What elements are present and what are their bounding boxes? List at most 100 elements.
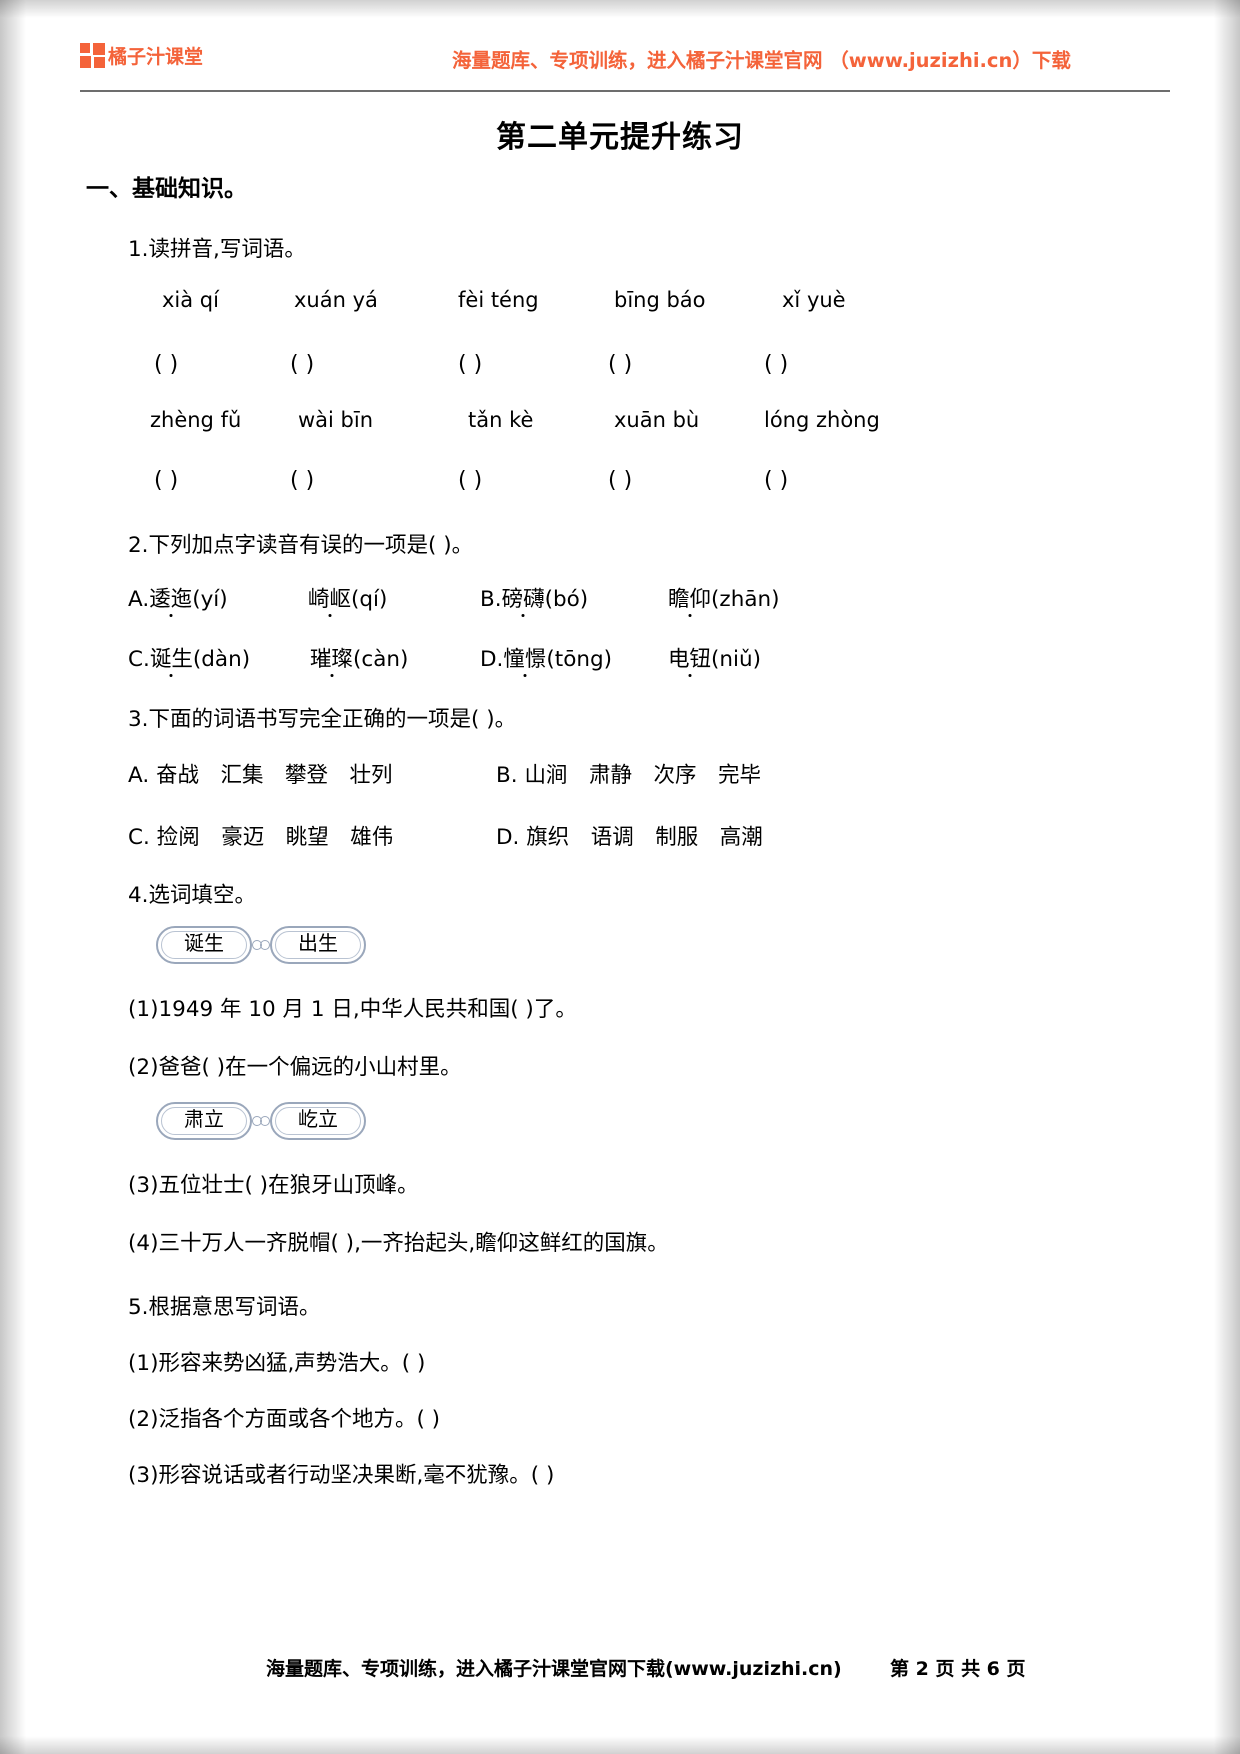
word-choice-pill[interactable]: 屹立 (270, 1102, 366, 1140)
section-heading: 一、基础知识。 (86, 169, 247, 203)
question-4-item-1[interactable]: (1)1949 年 10 月 1 日,中华人民共和国( )了。 (128, 992, 577, 1023)
question-2-options-row-1: A.逶迤(yí) 崎岖(qí) B.磅礴(bó) 瞻仰(zhān) (128, 582, 1128, 612)
question-1-answer-row-1: ( ) ( ) ( ) ( ) ( ) (128, 352, 1128, 382)
option-words: 山涧 肃静 次序 完毕 (524, 763, 761, 788)
option-pinyin: (niǔ) (711, 647, 762, 672)
pinyin-item: wài bīn (298, 408, 374, 432)
pinyin-item: xuán yá (294, 288, 378, 312)
section-number: 一、 (86, 176, 132, 202)
answer-blank[interactable]: ( ) (764, 468, 788, 493)
word-choice-pill[interactable]: 出生 (270, 926, 366, 964)
question-3-options-row-2: C. 捡阅 豪迈 眺望 雄伟 D. 旗织 语调 制服 高潮 (128, 820, 1128, 850)
option-c-second-word[interactable]: 璀璨(càn) (310, 642, 408, 673)
option-label: C. (128, 647, 150, 672)
option-label: D. (496, 825, 520, 850)
option-d-second-word[interactable]: 电钮(niǔ) (668, 642, 761, 673)
pinyin-item: xuān bù (614, 408, 700, 432)
section-name: 基础知识。 (132, 176, 247, 202)
answer-blank[interactable]: ( ) (458, 468, 482, 493)
question-1-pinyin-row-2: zhèng fǔ wài bīn tǎn kè xuān bù lóng zhò… (128, 408, 1128, 438)
question-1-pinyin-row-1: xià qí xuán yá fèi téng bīng báo xǐ yuè (128, 288, 1128, 318)
option-word: 诞生 (149, 647, 193, 672)
option-c[interactable]: C. 捡阅 豪迈 眺望 雄伟 (128, 820, 393, 851)
option-label: B. (480, 587, 502, 612)
question-5-prompt: 5.根据意思写词语。 (128, 1295, 321, 1320)
page-title: 第二单元提升练习 (496, 120, 744, 155)
question-4-item-4[interactable]: (4)三十万人一齐脱帽( ),一齐抬起头,瞻仰这鲜红的国旗。 (128, 1226, 669, 1257)
question-1-prompt: 1.读拼音,写词语。 (128, 237, 306, 262)
paper-sheet: 橘子汁课堂 海量题库、专项训练，进入橘子汁课堂官网 （www.juzizhi.c… (30, 14, 1210, 1740)
word-choice-pill[interactable]: 诞生 (156, 926, 252, 964)
question-5-item-2[interactable]: (2)泛指各个方面或各个地方。( ) (128, 1402, 440, 1433)
answer-blank[interactable]: ( ) (608, 352, 632, 377)
question-4-item-2[interactable]: (2)爸爸( )在一个偏远的小山村里。 (128, 1050, 462, 1081)
answer-blank[interactable]: ( ) (154, 352, 178, 377)
option-word: 崎岖 (308, 587, 352, 612)
option-label: C. (128, 825, 150, 850)
option-pinyin: (bó) (544, 587, 589, 612)
option-a[interactable]: A.逶迤(yí) (128, 582, 228, 613)
header-divider (80, 90, 1170, 92)
pill-connector-icon (252, 940, 270, 950)
question-2-options-row-2: C.诞生(dàn) 璀璨(càn) D.憧憬(tōng) 电钮(niǔ) (128, 642, 1128, 672)
option-pinyin: (tōng) (546, 647, 613, 672)
option-words: 旗织 语调 制服 高潮 (526, 825, 763, 850)
answer-blank[interactable]: ( ) (458, 352, 482, 377)
pinyin-item: tǎn kè (468, 408, 534, 432)
answer-blank[interactable]: ( ) (154, 468, 178, 493)
answer-blank[interactable]: ( ) (290, 352, 314, 377)
page-header: 橘子汁课堂 海量题库、专项训练，进入橘子汁课堂官网 （www.juzizhi.c… (80, 36, 1170, 88)
footer-promo-text: 海量题库、专项训练，进入橘子汁课堂官网下载(www.juzizhi.cn) (266, 1658, 842, 1680)
option-a-second-word[interactable]: 崎岖(qí) (308, 582, 387, 613)
option-b[interactable]: B.磅礴(bó) (480, 582, 588, 613)
question-5-item-3[interactable]: (3)形容说话或者行动坚决果断,毫不犹豫。( ) (128, 1458, 554, 1489)
page-edge-shadow-right (1214, 0, 1240, 1754)
answer-blank[interactable]: ( ) (290, 468, 314, 493)
option-d[interactable]: D.憧憬(tōng) (480, 642, 612, 673)
question-4-word-bank-1: 诞生 出生 (156, 926, 366, 966)
logo-squares-icon (80, 43, 105, 68)
question-4-item-3[interactable]: (3)五位壮士( )在狼牙山顶峰。 (128, 1168, 419, 1199)
question-4-word-bank-2: 肃立 屹立 (156, 1102, 366, 1142)
pinyin-item: fèi téng (458, 288, 539, 312)
question-3-prompt: 3.下面的词语书写完全正确的一项是( )。 (128, 707, 517, 732)
option-word: 电钮 (668, 647, 712, 672)
option-pinyin: (dàn) (192, 647, 251, 672)
option-pinyin: (zhān) (711, 587, 780, 612)
option-b-second-word[interactable]: 瞻仰(zhān) (668, 582, 780, 613)
option-b[interactable]: B. 山涧 肃静 次序 完毕 (496, 758, 761, 789)
question-5-item-1[interactable]: (1)形容来势凶猛,声势浩大。( ) (128, 1346, 425, 1377)
option-word: 磅礴 (501, 587, 545, 612)
document-page: 橘子汁课堂 海量题库、专项训练，进入橘子汁课堂官网 （www.juzizhi.c… (0, 0, 1240, 1754)
brand-logo: 橘子汁课堂 (80, 42, 203, 69)
option-c[interactable]: C.诞生(dàn) (128, 642, 250, 673)
option-words: 捡阅 豪迈 眺望 雄伟 (156, 825, 394, 850)
pill-connector-icon (252, 1116, 270, 1126)
header-promo-text: 海量题库、专项训练，进入橘子汁课堂官网 （www.juzizhi.cn）下载 (452, 49, 1071, 72)
option-word: 逶迤 (149, 587, 193, 612)
option-pinyin: (qí) (351, 587, 388, 612)
pinyin-item: lóng zhòng (764, 408, 880, 432)
question-4-prompt: 4.选词填空。 (128, 883, 257, 908)
option-word: 瞻仰 (668, 587, 712, 612)
option-label: A. (128, 763, 150, 788)
answer-blank[interactable]: ( ) (608, 468, 632, 493)
page-edge-shadow-left (0, 0, 26, 1754)
option-label: B. (496, 763, 518, 788)
pinyin-item: xià qí (162, 288, 219, 312)
word-choice-pill[interactable]: 肃立 (156, 1102, 252, 1140)
option-label: A. (128, 587, 150, 612)
option-word: 璀璨 (310, 647, 354, 672)
option-pinyin: (yí) (192, 587, 228, 612)
pinyin-item: zhèng fǔ (150, 408, 242, 432)
option-label: D. (480, 647, 504, 672)
option-a[interactable]: A. 奋战 汇集 攀登 壮列 (128, 758, 393, 789)
option-words: 奋战 汇集 攀登 壮列 (156, 763, 393, 788)
answer-blank[interactable]: ( ) (764, 352, 788, 377)
pinyin-item: xǐ yuè (782, 288, 846, 312)
question-1-answer-row-2: ( ) ( ) ( ) ( ) ( ) (128, 468, 1128, 498)
option-d[interactable]: D. 旗织 语调 制服 高潮 (496, 820, 763, 851)
logo-text: 橘子汁课堂 (108, 46, 204, 68)
pinyin-item: bīng báo (614, 288, 706, 312)
footer-page-number: 第 2 页 共 6 页 (890, 1658, 1026, 1680)
